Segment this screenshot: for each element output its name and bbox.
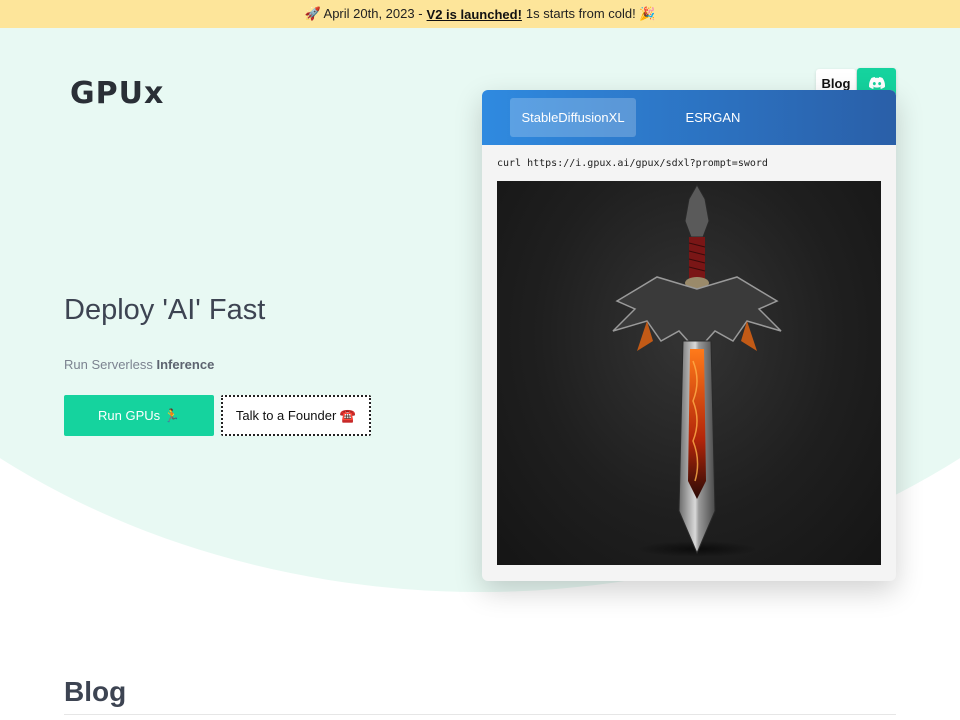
hero-subtitle-bold: Inference xyxy=(156,357,215,372)
curl-command: curl https://i.gpux.ai/gpux/sdxl?prompt=… xyxy=(497,158,768,169)
talk-to-founder-button[interactable]: Talk to a Founder ☎️ xyxy=(221,395,371,436)
hero-subtitle: Run Serverless Inference xyxy=(64,357,214,372)
generated-sword-image xyxy=(497,181,881,565)
demo-tab-bar: StableDiffusionXL ESRGAN xyxy=(482,90,896,145)
discord-icon xyxy=(868,77,885,89)
announcement-prefix: 🚀 April 20th, 2023 - xyxy=(304,6,423,21)
hero-title: Deploy 'AI' Fast xyxy=(64,294,266,326)
announcement-suffix: 1s starts from cold! 🎉 xyxy=(525,6,656,21)
demo-card: StableDiffusionXL ESRGAN curl https://i.… xyxy=(482,90,896,581)
announcement-link[interactable]: V2 is launched! xyxy=(427,7,522,22)
blog-heading: Blog xyxy=(64,676,127,707)
announcement-bar: 🚀 April 20th, 2023 - V2 is launched! 1s … xyxy=(0,0,960,28)
sword-illustration xyxy=(612,183,782,557)
tab-esrgan[interactable]: ESRGAN xyxy=(668,98,758,137)
run-gpus-button[interactable]: Run GPUs 🏃 xyxy=(64,395,214,436)
tab-stable-diffusion-xl[interactable]: StableDiffusionXL xyxy=(510,98,636,137)
hero-subtitle-text: Run Serverless xyxy=(64,357,153,372)
blog-divider xyxy=(64,714,896,715)
logo[interactable]: GPUx xyxy=(70,76,164,111)
